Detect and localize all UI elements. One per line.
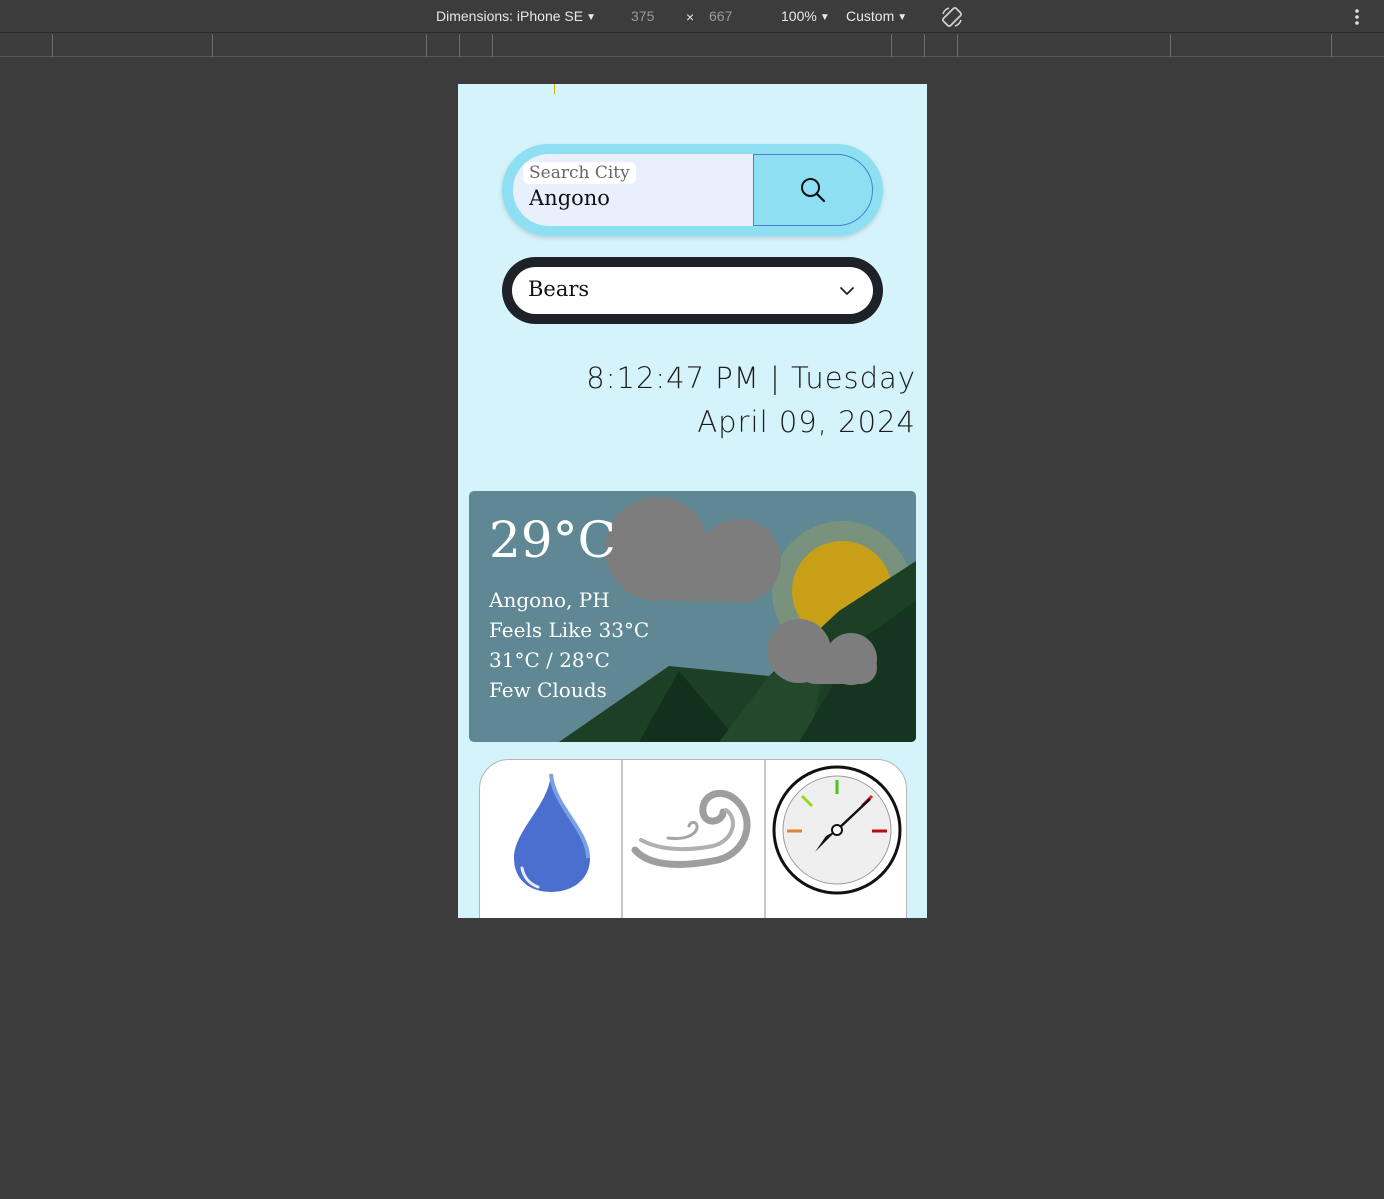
humidity-drop-icon [514,772,590,892]
date-line: April 09, 2024 [697,405,916,439]
caret-down-icon: ▼ [586,12,596,23]
rotate-icon[interactable] [940,5,964,29]
ruler-tick [492,34,493,57]
ruler-tick [924,34,925,57]
search-bar: Search City [502,144,883,236]
dimensions-dropdown[interactable]: Dimensions: iPhone SE ▼ [436,8,596,24]
kebab-icon[interactable] [1349,7,1365,27]
search-placeholder-label: Search City [523,162,636,184]
ruler-tick [1331,34,1332,57]
datetime-display: 8:12:47 PM | Tuesday April 09, 2024 [586,356,916,444]
team-select-value: Bears [528,277,590,301]
device-viewport: Search City Bears 8:12:47 PM | Tuesday A… [458,84,927,918]
pressure-gauge-icon [772,765,902,895]
wind-icon [631,789,751,868]
condition-label: Few Clouds [489,678,607,702]
ruler-tick [957,34,958,57]
pressure-cell [766,760,906,918]
zoom-dropdown[interactable]: 100% ▼ [781,8,830,24]
media-query-ruler[interactable] [0,34,1384,57]
humidity-cell [480,760,623,918]
caret-down-icon: ▼ [897,12,908,23]
weather-stats-card [479,759,907,918]
ruler-tick [426,34,427,57]
zoom-label: 100% [781,8,817,24]
weather-card: 29°C Angono, PH Feels Like 33°C 31°C / 2… [469,491,916,742]
search-input[interactable] [529,186,749,210]
wind-cell [623,760,766,918]
devtools-device-toolbar: Dimensions: iPhone SE ▼ 375 × 667 100% ▼ C… [0,0,1384,33]
ruler-tick [1170,34,1171,57]
throttle-dropdown[interactable]: Custom ▼ [846,8,907,24]
ruler-tick [459,34,460,57]
weather-details: Angono, PH Feels Like 33°C 31°C / 28°C F… [489,585,649,705]
temperature-value: 29°C [489,511,616,569]
caret-down-icon: ▼ [819,12,830,23]
dimensions-label: Dimensions: iPhone SE [436,8,584,24]
search-field[interactable]: Search City [513,154,754,226]
team-select-box[interactable]: Bears [512,267,873,314]
throttle-label: Custom [846,8,895,24]
ruler-tick [212,34,213,57]
height-input[interactable]: 667 [709,8,732,24]
team-select: Bears [502,257,883,324]
chevron-down-icon [840,287,854,295]
times-icon: × [686,9,695,25]
search-button[interactable] [753,154,873,226]
cursor-marker [554,84,555,94]
search-icon [801,178,826,203]
ruler-tick [52,34,53,57]
ruler-tick [891,34,892,57]
feels-like-label: Feels Like 33°C [489,618,650,642]
temp-range-label: 31°C / 28°C [489,648,610,672]
width-input[interactable]: 375 [631,8,654,24]
time-line: 8:12:47 PM | Tuesday [586,361,916,395]
location-label: Angono, PH [489,588,610,612]
